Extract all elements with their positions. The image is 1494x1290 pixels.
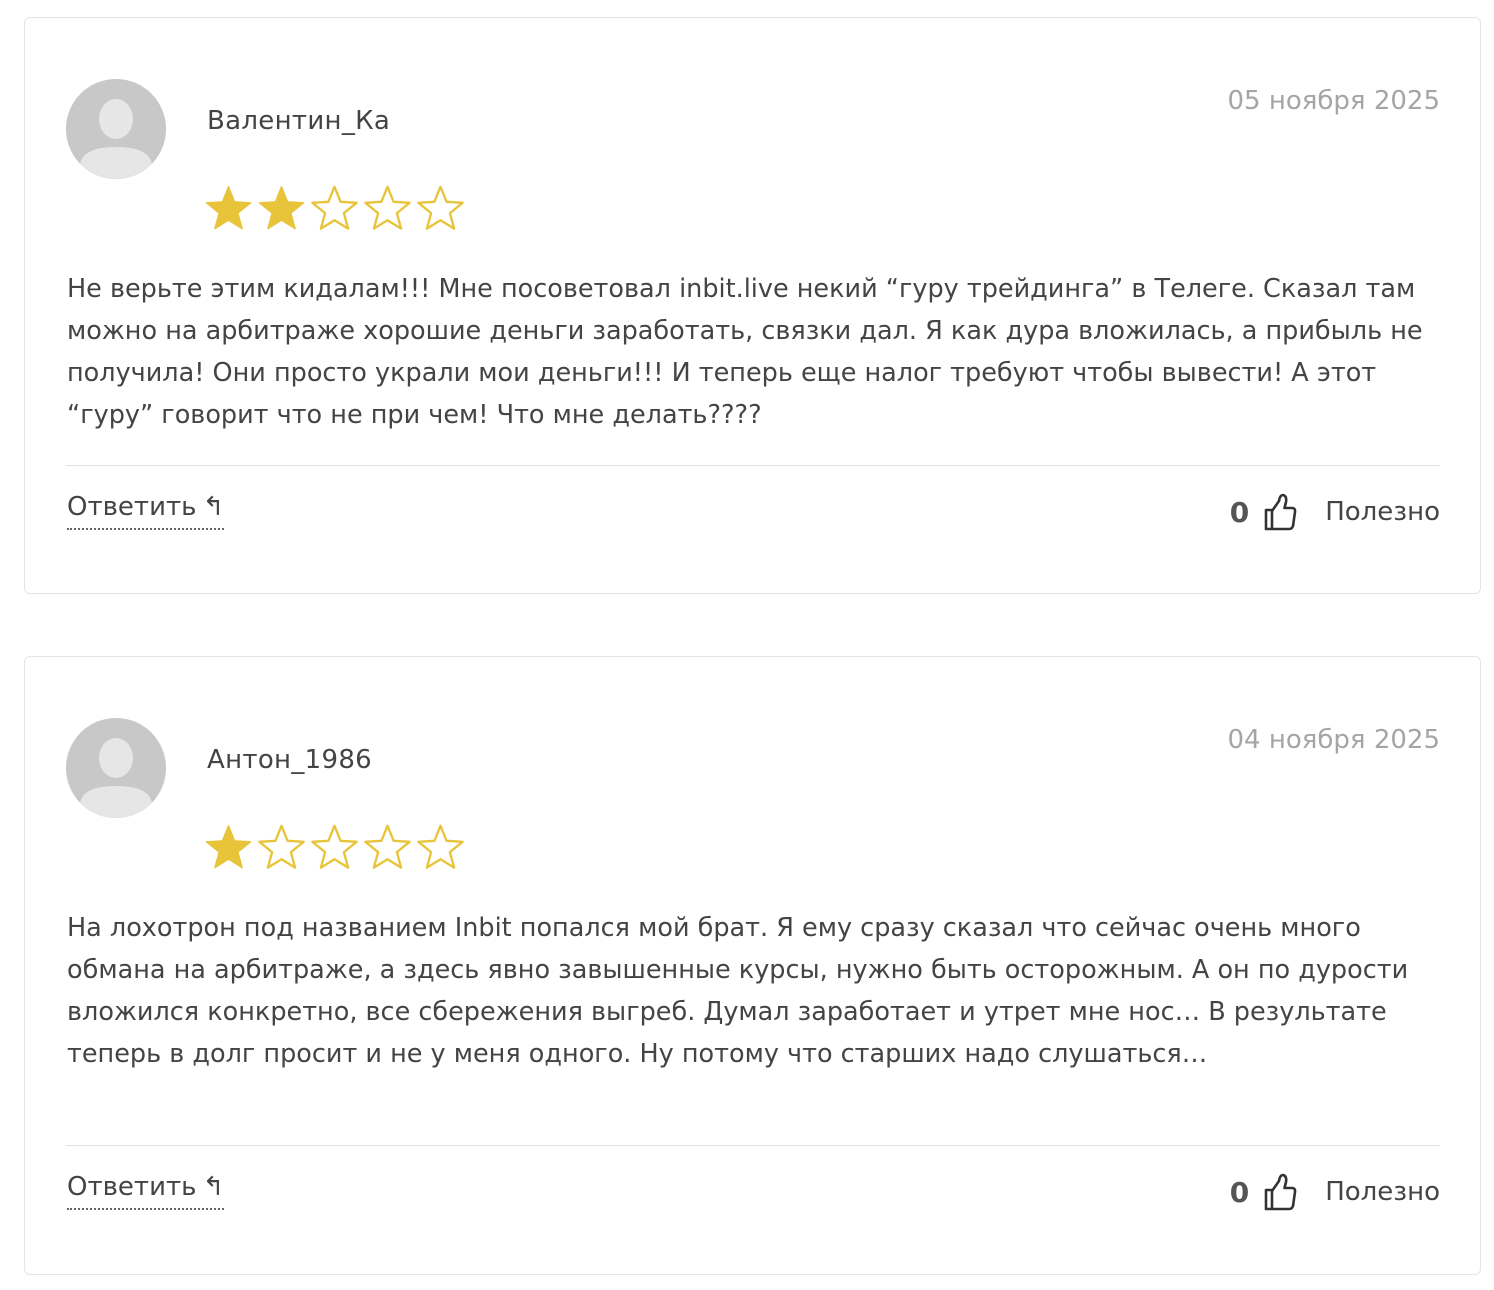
thumbs-up-icon[interactable]	[1263, 1172, 1297, 1212]
star-empty-icon	[417, 824, 464, 869]
star-empty-icon	[311, 824, 358, 869]
rating-stars	[205, 823, 464, 871]
star-empty-icon	[311, 185, 358, 230]
avatar	[66, 79, 166, 179]
reply-arrow-icon: ↰	[202, 1172, 225, 1202]
review-text: Не верьте этим кидалам!!! Мне посоветова…	[67, 274, 1423, 430]
helpful-vote: 0 Полезно	[1230, 1170, 1440, 1214]
review-date: 04 ноября 2025	[1227, 725, 1440, 755]
reply-arrow-icon: ↰	[202, 492, 225, 522]
reviews-list: Валентин_Ка 05 ноября 2025 Не верьте эти…	[0, 0, 1494, 1290]
review-author: Валентин_Ка	[207, 106, 391, 136]
star-empty-icon	[364, 185, 411, 230]
avatar	[66, 718, 166, 818]
user-placeholder-icon	[66, 79, 166, 179]
reply-label: Ответить	[67, 492, 197, 522]
divider	[66, 465, 1440, 466]
review-text: На лохотрон под названием Inbit попался …	[67, 913, 1409, 1069]
review-card: Антон_1986 04 ноября 2025 На лохотрон по…	[24, 656, 1481, 1275]
star-filled-icon	[205, 186, 252, 230]
star-empty-icon	[364, 824, 411, 869]
rating-stars	[205, 184, 464, 232]
review-card: Валентин_Ка 05 ноября 2025 Не верьте эти…	[24, 17, 1481, 594]
review-date: 05 ноября 2025	[1227, 86, 1440, 116]
helpful-count: 0	[1229, 1175, 1250, 1209]
star-empty-icon	[258, 824, 305, 869]
helpful-button[interactable]: Полезно	[1325, 497, 1440, 527]
star-filled-icon	[205, 825, 252, 869]
user-placeholder-icon	[66, 718, 166, 818]
reply-link[interactable]: Ответить ↰	[67, 1172, 225, 1210]
helpful-vote: 0 Полезно	[1230, 490, 1440, 534]
reply-label: Ответить	[67, 1172, 197, 1202]
helpful-count: 0	[1229, 495, 1250, 529]
thumbs-up-icon[interactable]	[1263, 492, 1297, 532]
star-filled-icon	[258, 186, 305, 230]
helpful-button[interactable]: Полезно	[1325, 1177, 1440, 1207]
reply-link[interactable]: Ответить ↰	[67, 492, 225, 530]
star-empty-icon	[417, 185, 464, 230]
divider	[66, 1145, 1440, 1146]
review-author: Антон_1986	[207, 745, 373, 775]
